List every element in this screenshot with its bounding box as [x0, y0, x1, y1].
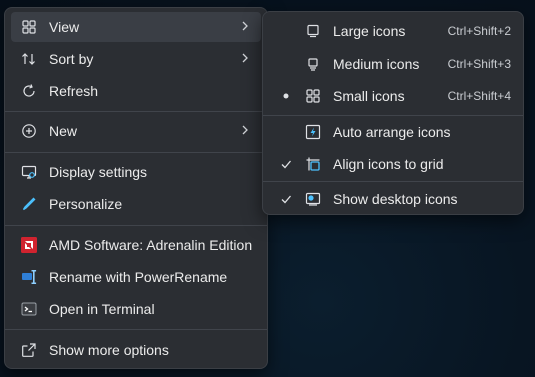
- menu-separator: [263, 115, 523, 116]
- menu-item-sort-by[interactable]: Sort by: [11, 44, 261, 74]
- menu-item-label: Rename with PowerRename: [49, 269, 228, 285]
- terminal-icon: [21, 301, 37, 317]
- medium-icons-icon: [305, 56, 321, 72]
- menu-item-view[interactable]: View: [11, 12, 261, 42]
- submenu-item-label: Large icons: [333, 23, 406, 39]
- view-submenu: Large icons Ctrl+Shift+2 Medium icons Ct…: [262, 11, 524, 215]
- checkmark-icon: [279, 156, 293, 172]
- menu-item-label: Display settings: [49, 164, 148, 180]
- submenu-item-show-desktop-icons[interactable]: Show desktop icons: [269, 184, 517, 214]
- menu-item-label: Show more options: [49, 342, 169, 358]
- share-icon: [21, 342, 37, 358]
- grid-icon: [21, 19, 37, 35]
- menu-item-label: Sort by: [49, 51, 94, 67]
- shortcut-text: Ctrl+Shift+2: [447, 24, 511, 38]
- submenu-item-auto-arrange[interactable]: Auto arrange icons: [269, 117, 517, 147]
- checkmark-icon: [279, 191, 293, 207]
- menu-separator: [263, 181, 523, 182]
- submenu-item-small-icons[interactable]: Small icons Ctrl+Shift+4: [269, 81, 517, 111]
- menu-item-label: AMD Software: Adrenalin Edition: [49, 237, 253, 253]
- submenu-item-label: Small icons: [333, 88, 405, 104]
- chevron-right-icon: [239, 50, 251, 66]
- monitor-icon: [21, 164, 37, 180]
- desktop-icon: [305, 191, 321, 207]
- submenu-item-label: Auto arrange icons: [333, 124, 451, 140]
- pen-icon: [21, 196, 37, 212]
- shortcut-text: Ctrl+Shift+4: [447, 89, 511, 103]
- chevron-right-icon: [239, 122, 251, 138]
- menu-separator: [5, 152, 267, 153]
- menu-separator: [5, 329, 267, 330]
- menu-item-powerrename[interactable]: Rename with PowerRename: [11, 262, 261, 292]
- refresh-icon: [21, 83, 37, 99]
- plus-circle-icon: [21, 123, 37, 139]
- bullet-icon: [279, 88, 293, 104]
- menu-item-show-more-options[interactable]: Show more options: [11, 335, 261, 365]
- menu-item-display-settings[interactable]: Display settings: [11, 157, 261, 187]
- submenu-item-label: Align icons to grid: [333, 156, 444, 172]
- menu-item-label: Personalize: [49, 196, 123, 212]
- menu-separator: [5, 111, 267, 112]
- menu-item-personalize[interactable]: Personalize: [11, 189, 261, 219]
- submenu-item-label: Show desktop icons: [333, 191, 458, 207]
- menu-item-label: Open in Terminal: [49, 301, 155, 317]
- menu-item-label: Refresh: [49, 83, 99, 99]
- menu-item-label: View: [49, 19, 80, 35]
- auto-arrange-icon: [305, 124, 321, 140]
- submenu-item-label: Medium icons: [333, 56, 420, 72]
- submenu-item-medium-icons[interactable]: Medium icons Ctrl+Shift+3: [269, 49, 517, 79]
- powerrename-icon: [21, 269, 37, 285]
- context-menu: View Sort by Refresh New Display setting…: [4, 7, 268, 369]
- submenu-item-align-grid[interactable]: Align icons to grid: [269, 149, 517, 179]
- large-icons-icon: [305, 23, 321, 39]
- chevron-right-icon: [239, 18, 251, 34]
- small-icons-icon: [305, 88, 321, 104]
- amd-icon: [21, 237, 37, 253]
- menu-separator: [5, 225, 267, 226]
- menu-item-refresh[interactable]: Refresh: [11, 76, 261, 106]
- menu-item-open-terminal[interactable]: Open in Terminal: [11, 294, 261, 324]
- shortcut-text: Ctrl+Shift+3: [447, 57, 511, 71]
- menu-item-label: New: [49, 123, 78, 139]
- sort-icon: [21, 51, 37, 67]
- menu-item-amd-software[interactable]: AMD Software: Adrenalin Edition: [11, 230, 261, 260]
- align-grid-icon: [305, 156, 321, 172]
- menu-item-new[interactable]: New: [11, 116, 261, 146]
- submenu-item-large-icons[interactable]: Large icons Ctrl+Shift+2: [269, 16, 517, 46]
